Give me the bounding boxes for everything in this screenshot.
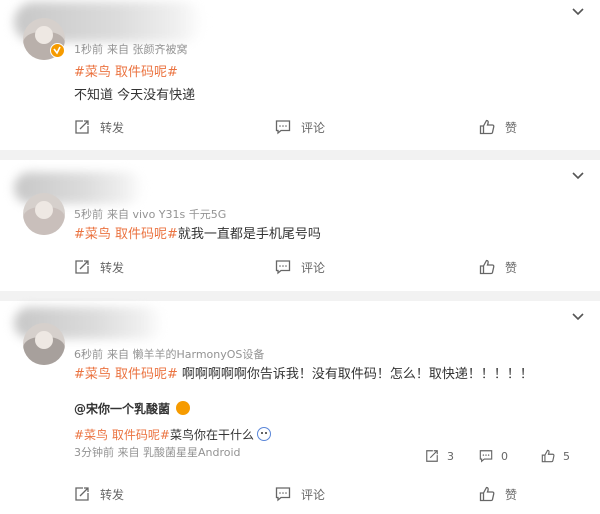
thumbs-up-icon [479,486,495,502]
quoted-meta: 3分钟前 来自 乳酸菌星星Android [74,446,241,459]
chevron-down-icon[interactable] [572,172,584,184]
comment-meta: 5秒前 来自 vivo Y31s 千元5G [74,206,230,222]
action-bar: 转发 评论 赞 [0,117,600,137]
repost-button[interactable]: 转发 [74,484,124,504]
like-button[interactable]: 赞 [479,257,517,277]
repost-label: 转发 [100,260,125,275]
avatar[interactable] [23,323,65,365]
action-bar: 转发 评论 赞 [0,257,600,277]
topic-link[interactable]: #菜鸟 取件码呢# [74,367,178,382]
topic-text: #菜鸟 取件码呢#就我一直都是手机尾号吗 [74,223,321,242]
repost-icon [75,120,89,134]
repost-icon [75,260,89,274]
quoted-topic-link[interactable]: #菜鸟 取件码呢# [74,428,170,442]
quoted-comment-button[interactable]: 0 [479,448,508,464]
repost-icon [75,487,89,501]
comment-label: 评论 [301,260,326,275]
quoted-like-count: 5 [563,449,570,463]
comment-icon [275,120,291,135]
like-label: 赞 [505,487,518,502]
emoji-icon [256,427,271,441]
avatar[interactable] [23,193,65,235]
chevron-down-icon[interactable] [572,8,584,20]
comment-label: 评论 [301,487,326,502]
comment-icon [275,260,291,275]
quoted-repost-count: 3 [447,449,454,463]
comment-time: 6秒前 [74,348,103,361]
comment-time: 5秒前 [74,208,103,221]
comment-source: 来自 懒羊羊的HarmonyOS设备 [107,348,265,361]
comment-meta: 6秒前 来自 懒羊羊的HarmonyOS设备 [74,346,268,362]
comment-button[interactable]: 评论 [275,117,325,137]
comment-card: 1秒前 来自 张颜齐被窝 #菜鸟 取件码呢# 不知道 今天没有快递 转发 评论 赞 [0,0,600,150]
like-label: 赞 [505,260,518,275]
comment-meta: 1秒前 来自 张颜齐被窝 [74,41,192,57]
like-button[interactable]: 赞 [479,117,517,137]
comment-icon [275,487,291,502]
comment-card: 5秒前 来自 vivo Y31s 千元5G #菜鸟 取件码呢#就我一直都是手机尾号… [0,160,600,291]
quoted-like-button[interactable]: 5 [541,448,570,464]
quoted-text-line: #菜鸟 取件码呢#菜鸟你在干什么 [74,426,271,443]
comment-button[interactable]: 评论 [275,257,325,277]
repost-button[interactable]: 转发 [74,257,124,277]
repost-icon [426,450,438,462]
like-button[interactable]: 赞 [479,484,517,504]
thumbs-up-icon [479,119,495,135]
thumbs-up-icon [541,449,555,463]
verified-badge-icon [50,43,65,58]
comment-icon [479,450,493,463]
comment-button[interactable]: 评论 [275,484,325,504]
repost-button[interactable]: 转发 [74,117,124,137]
repost-label: 转发 [100,120,125,135]
topic-link[interactable]: #菜鸟 取件码呢# [74,227,178,242]
chevron-down-icon[interactable] [572,313,584,325]
topic-link[interactable]: #菜鸟 取件码呢# [74,61,178,80]
quoted-repost-button[interactable]: 3 [425,448,454,464]
comment-time: 1秒前 [74,43,103,56]
like-label: 赞 [505,120,518,135]
comment-card: 6秒前 来自 懒羊羊的HarmonyOS设备 #菜鸟 取件码呢# 啊啊啊啊啊你告诉我… [0,301,600,514]
quoted-comment-count: 0 [501,449,508,463]
thumbs-up-icon [479,259,495,275]
topic-text: #菜鸟 取件码呢# 啊啊啊啊啊你告诉我！没有取件码！怎么！取快递！！！！！ [74,363,533,382]
quoted-author: @宋你一个乳酸菌 [74,400,191,417]
repost-label: 转发 [100,487,125,502]
quoted-handle[interactable]: @宋你一个乳酸菌 [74,402,170,416]
comment-label: 评论 [301,120,326,135]
action-bar: 转发 评论 赞 [0,484,600,504]
comment-source: 来自 张颜齐被窝 [107,43,188,56]
comment-source: 来自 vivo Y31s 千元5G [107,208,227,221]
comment-text: 啊啊啊啊啊你告诉我！没有取件码！怎么！取快递！！！！！ [181,367,533,382]
comment-text: 不知道 今天没有快递 [74,88,196,103]
verified-badge-icon [176,401,191,415]
quoted-text: 菜鸟你在干什么 [169,428,254,442]
comment-text: 就我一直都是手机尾号吗 [177,227,321,242]
